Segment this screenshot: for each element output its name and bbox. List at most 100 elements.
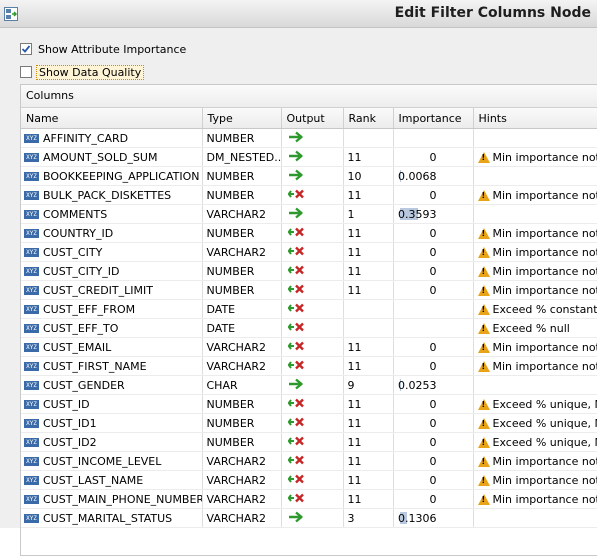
- cell-name[interactable]: XYZCUST_CITY: [21, 243, 202, 262]
- cell-output[interactable]: [281, 395, 343, 414]
- cell-name[interactable]: XYZCUST_FIRST_NAME: [21, 357, 202, 376]
- cell-output[interactable]: [281, 281, 343, 300]
- cell-output[interactable]: [281, 357, 343, 376]
- table-row[interactable]: XYZCUST_IDNUMBER110Exceed % unique, Min: [21, 395, 597, 414]
- cell-output[interactable]: [281, 300, 343, 319]
- exclude-arrow-icon[interactable]: [288, 321, 306, 333]
- table-row[interactable]: XYZCOMMENTSVARCHAR210.3593: [21, 205, 597, 224]
- table-row[interactable]: XYZCUST_FIRST_NAMEVARCHAR2110Min importa…: [21, 357, 597, 376]
- cell-name[interactable]: XYZCUST_CREDIT_LIMIT: [21, 281, 202, 300]
- include-arrow-icon[interactable]: [288, 378, 306, 390]
- table-row[interactable]: XYZAMOUNT_SOLD_SUMDM_NESTED...110Min imp…: [21, 148, 597, 167]
- exclude-arrow-icon[interactable]: [288, 226, 306, 238]
- cell-name[interactable]: XYZCUST_GENDER: [21, 376, 202, 395]
- cell-name[interactable]: XYZCUST_LAST_NAME: [21, 471, 202, 490]
- table-row[interactable]: XYZBULK_PACK_DISKETTESNUMBER110Min impor…: [21, 186, 597, 205]
- cell-name[interactable]: XYZCUST_ID: [21, 395, 202, 414]
- exclude-arrow-icon[interactable]: [288, 188, 306, 200]
- cell-output[interactable]: [281, 148, 343, 167]
- cell-output[interactable]: [281, 433, 343, 452]
- cell-output[interactable]: [281, 414, 343, 433]
- cell-rank: 11: [343, 262, 393, 281]
- column-header-output[interactable]: Output: [281, 108, 343, 129]
- column-header-rank[interactable]: Rank: [343, 108, 393, 129]
- cell-name[interactable]: XYZCUST_INCOME_LEVEL: [21, 452, 202, 471]
- exclude-arrow-icon[interactable]: [288, 283, 306, 295]
- exclude-arrow-icon[interactable]: [288, 264, 306, 276]
- cell-name[interactable]: XYZCOMMENTS: [21, 205, 202, 224]
- cell-name[interactable]: XYZCUST_MAIN_PHONE_NUMBER: [21, 490, 202, 509]
- cell-name[interactable]: XYZCUST_CITY_ID: [21, 262, 202, 281]
- cell-importance: [393, 129, 473, 148]
- table-row[interactable]: XYZCOUNTRY_IDNUMBER110Min importance not: [21, 224, 597, 243]
- column-header-hints[interactable]: Hints: [473, 108, 597, 129]
- exclude-arrow-icon[interactable]: [288, 359, 306, 371]
- exclude-arrow-icon[interactable]: [288, 245, 306, 257]
- cell-name[interactable]: XYZBULK_PACK_DISKETTES: [21, 186, 202, 205]
- include-arrow-icon[interactable]: [288, 511, 306, 523]
- cell-output[interactable]: [281, 471, 343, 490]
- table-row[interactable]: XYZCUST_MARITAL_STATUSVARCHAR230.1306: [21, 509, 597, 528]
- column-header-importance[interactable]: Importance: [393, 108, 473, 129]
- cell-name[interactable]: XYZCOUNTRY_ID: [21, 224, 202, 243]
- cell-name[interactable]: XYZAMOUNT_SOLD_SUM: [21, 148, 202, 167]
- exclude-arrow-icon[interactable]: [288, 492, 306, 504]
- exclude-arrow-icon[interactable]: [288, 416, 306, 428]
- cell-output[interactable]: [281, 338, 343, 357]
- include-arrow-icon[interactable]: [288, 131, 306, 143]
- table-row[interactable]: XYZCUST_EFF_FROMDATEExceed % constant: [21, 300, 597, 319]
- exclude-arrow-icon[interactable]: [288, 397, 306, 409]
- cell-name[interactable]: XYZBOOKKEEPING_APPLICATION: [21, 167, 202, 186]
- show-data-quality-option[interactable]: Show Data Quality: [20, 64, 144, 80]
- exclude-arrow-icon[interactable]: [288, 435, 306, 447]
- cell-name[interactable]: XYZCUST_ID1: [21, 414, 202, 433]
- exclude-arrow-icon[interactable]: [288, 302, 306, 314]
- show-attribute-importance-option[interactable]: Show Attribute Importance: [20, 41, 188, 57]
- include-arrow-icon[interactable]: [288, 150, 306, 162]
- cell-type: NUMBER: [202, 433, 281, 452]
- cell-name[interactable]: XYZAFFINITY_CARD: [21, 129, 202, 148]
- table-row[interactable]: XYZCUST_GENDERCHAR90.0253: [21, 376, 597, 395]
- cell-output[interactable]: [281, 186, 343, 205]
- table-row[interactable]: XYZCUST_INCOME_LEVELVARCHAR2110Min impor…: [21, 452, 597, 471]
- table-row[interactable]: XYZCUST_CREDIT_LIMITNUMBER110Min importa…: [21, 281, 597, 300]
- cell-output[interactable]: [281, 205, 343, 224]
- cell-name[interactable]: XYZCUST_EFF_TO: [21, 319, 202, 338]
- cell-output[interactable]: [281, 262, 343, 281]
- cell-output[interactable]: [281, 129, 343, 148]
- exclude-arrow-icon[interactable]: [288, 454, 306, 466]
- cell-name[interactable]: XYZCUST_MARITAL_STATUS: [21, 509, 202, 528]
- cell-output[interactable]: [281, 243, 343, 262]
- table-row[interactable]: XYZCUST_EFF_TODATEExceed % null: [21, 319, 597, 338]
- table-row[interactable]: XYZCUST_LAST_NAMEVARCHAR2110Min importan…: [21, 471, 597, 490]
- table-row[interactable]: XYZCUST_ID2NUMBER110Exceed % unique, Min: [21, 433, 597, 452]
- table-row[interactable]: XYZCUST_CITYVARCHAR2110Min importance no…: [21, 243, 597, 262]
- exclude-arrow-icon[interactable]: [288, 473, 306, 485]
- cell-name[interactable]: XYZCUST_EMAIL: [21, 338, 202, 357]
- warning-icon: [478, 342, 490, 353]
- column-header-type[interactable]: Type: [202, 108, 281, 129]
- cell-name[interactable]: XYZCUST_EFF_FROM: [21, 300, 202, 319]
- show-attribute-importance-checkbox[interactable]: [20, 43, 32, 55]
- table-row[interactable]: XYZAFFINITY_CARDNUMBER: [21, 129, 597, 148]
- cell-output[interactable]: [281, 376, 343, 395]
- include-arrow-icon[interactable]: [288, 207, 306, 219]
- table-row[interactable]: XYZCUST_ID1NUMBER110Exceed % unique, Min: [21, 414, 597, 433]
- cell-output[interactable]: [281, 319, 343, 338]
- column-name: CUST_CITY_ID: [43, 265, 120, 278]
- table-row[interactable]: XYZBOOKKEEPING_APPLICATIONNUMBER100.0068: [21, 167, 597, 186]
- cell-output[interactable]: [281, 509, 343, 528]
- table-row[interactable]: XYZCUST_CITY_IDNUMBER110Min importance n…: [21, 262, 597, 281]
- cell-output[interactable]: [281, 452, 343, 471]
- cell-output[interactable]: [281, 490, 343, 509]
- show-data-quality-checkbox[interactable]: [20, 66, 32, 78]
- cell-output[interactable]: [281, 224, 343, 243]
- table-row[interactable]: XYZCUST_EMAILVARCHAR2110Min importance n…: [21, 338, 597, 357]
- column-header-name[interactable]: Name: [21, 108, 202, 129]
- include-arrow-icon[interactable]: [288, 169, 306, 181]
- cell-name[interactable]: XYZCUST_ID2: [21, 433, 202, 452]
- cell-output[interactable]: [281, 167, 343, 186]
- table-row[interactable]: XYZCUST_MAIN_PHONE_NUMBERVARCHAR2110Min …: [21, 490, 597, 509]
- column-name: CUST_CITY: [43, 246, 102, 259]
- exclude-arrow-icon[interactable]: [288, 340, 306, 352]
